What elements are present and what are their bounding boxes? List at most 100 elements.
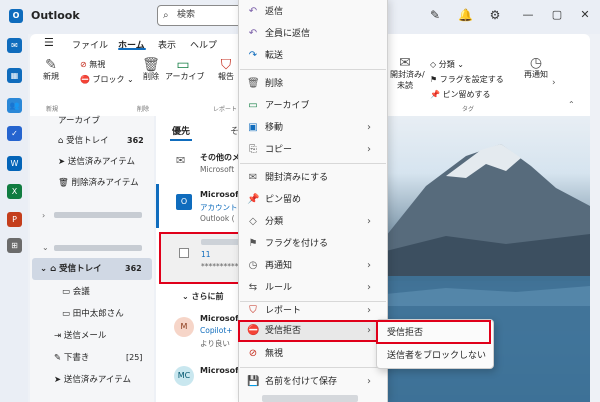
excel-icon[interactable]: X (7, 184, 22, 199)
categorize-label: 分類 (438, 60, 455, 69)
calendar-icon[interactable]: ▦ (7, 68, 22, 83)
block-button[interactable]: ⛔ ブロック ⌄ (80, 74, 134, 85)
minimize-icon[interactable]: — (521, 8, 535, 22)
folder-inbox[interactable]: ⌂ 受信トレイ 362 (58, 132, 144, 150)
account-expand-icon[interactable]: › (42, 211, 45, 220)
mail-subject: 11 (201, 250, 211, 259)
mail-row-selected[interactable]: 11 ********** (159, 232, 241, 284)
tab-file[interactable]: ファイル (72, 38, 108, 51)
categorize-button[interactable]: ◇ 分類 ⌄ (430, 59, 464, 70)
folder-label: 送信メール (63, 331, 107, 341)
menu-item-label: レポート (265, 306, 302, 316)
report-label: 報告 (218, 72, 234, 81)
shield-icon: ⛉ (249, 305, 257, 316)
menu-item-rules[interactable]: ⇆ ルール › (238, 277, 388, 299)
todo-icon[interactable]: ✓ (7, 126, 22, 141)
folder-sent-2[interactable]: ➤ 送信済みアイテム (54, 371, 131, 389)
people-icon[interactable]: 👥 (7, 98, 22, 113)
ignore-button[interactable]: ⊘ 無視 (80, 59, 105, 70)
folder-label: 受信トレイ (66, 136, 109, 146)
group-header-label: さらに前 (191, 292, 224, 301)
menu-item-pin[interactable]: 📌 ピン留め (238, 189, 388, 211)
submenu-item-unblock-sender[interactable]: 送信者をブロックしない (376, 345, 494, 367)
flag-label: フラグを設定する (439, 75, 504, 84)
archive-icon: ▭ (248, 100, 258, 111)
gear-icon[interactable]: ⚙ (488, 8, 502, 22)
folder-deleted[interactable]: 🗑 削除済みアイテム (58, 174, 139, 192)
chevron-right-icon: › (367, 216, 371, 227)
menu-item-copy[interactable]: ⎘ コピー › (238, 139, 388, 161)
menu-item-ignore[interactable]: ⊘ 無視 (238, 343, 388, 365)
menu-item-archive[interactable]: ▭ アーカイブ (238, 95, 388, 117)
send-icon: ➤ (54, 375, 62, 385)
group-header-earlier[interactable]: ⌄ さらに前 (182, 291, 224, 302)
reply-icon: ↶ (248, 6, 258, 17)
mail-icon[interactable]: ✉ (7, 38, 22, 53)
tab-focused[interactable]: 優先 (172, 124, 190, 137)
tab-help[interactable]: ヘルプ (190, 38, 217, 51)
folder-drafts[interactable]: ✎ 下書き [25] (54, 349, 142, 367)
ribbon-collapse-icon[interactable]: ⌃ (568, 100, 575, 109)
mail-sender: Microsoft (200, 190, 243, 199)
folder-archive[interactable]: アーカイブ (58, 112, 100, 130)
archive-button[interactable]: ▭ アーカイブ (165, 58, 205, 82)
maximize-icon[interactable]: ▢ (550, 8, 564, 22)
hamburger-icon[interactable]: ☰ (44, 36, 54, 49)
ribbon-more-icon[interactable]: › (552, 78, 556, 88)
menu-item-label: 無視 (265, 349, 284, 359)
menu-item-label: アーカイブ (265, 101, 310, 111)
menu-item-forward[interactable]: ↷ 転送 (238, 45, 388, 67)
folder-outbox[interactable]: ⇥ 送信メール (54, 327, 106, 345)
folder-label: 送信済みアイテム (67, 157, 135, 167)
folder-sent[interactable]: ➤ 送信済みアイテム (58, 153, 135, 171)
tab-view[interactable]: 表示 (158, 38, 176, 51)
menu-item-label: 分類 (265, 217, 284, 227)
menu-item-reply[interactable]: ↶ 返信 (238, 1, 388, 23)
folder-inbox-selected[interactable]: ⌄ ⌂ 受信トレイ 362 (40, 260, 142, 278)
menu-item-report[interactable]: ⛉ レポート › (238, 300, 388, 322)
clock-icon: ◷ (529, 55, 543, 71)
folder-meetings[interactable]: ▭ 会議 (62, 283, 90, 301)
word-icon[interactable]: W (7, 156, 22, 171)
save-icon: 💾 (247, 376, 260, 387)
menu-item-delete[interactable]: 🗑 削除 (238, 73, 388, 95)
archive-label: アーカイブ (165, 72, 205, 81)
folder-label: 削除済みアイテム (71, 178, 139, 188)
search-input[interactable]: ⌕ 検索 (157, 5, 247, 26)
new-mail-button[interactable]: ✎ 新規 (42, 58, 60, 82)
menu-item-snooze[interactable]: ◷ 再通知 › (238, 255, 388, 277)
mail-sender: Microsoft (200, 314, 243, 323)
mail-preview: Outlook ( (200, 214, 235, 223)
bell-icon[interactable]: 🔔 (458, 8, 473, 22)
apps-icon[interactable]: ⊞ (7, 238, 22, 253)
outlook-logo-icon: O (9, 9, 23, 23)
mail-sender: Microsoft (200, 366, 243, 375)
menu-item-move[interactable]: ▣ 移動 › (238, 117, 388, 139)
menu-item-categorize[interactable]: ◇ 分類 › (238, 211, 388, 233)
account-collapse-icon[interactable]: ⌄ (42, 243, 49, 252)
folder-tanaka[interactable]: ▭ 田中太郎さん (62, 305, 124, 323)
tag-icon: ◇ (249, 216, 257, 227)
whiteboard-icon[interactable]: ✎ (428, 8, 442, 22)
mail-row-copilot[interactable]: M Microsoft Copilot+ より良い (156, 310, 242, 358)
mail-row-microsoft-2[interactable]: MC Microsoft (156, 362, 242, 402)
pin-button[interactable]: 📌 ピン留めする (430, 89, 491, 100)
select-checkbox[interactable] (179, 248, 189, 258)
delete-button[interactable]: 🗑 削除 (140, 58, 162, 82)
flag-icon: ⚑ (430, 75, 438, 84)
flag-button[interactable]: ⚑ フラグを設定する (430, 74, 504, 85)
snooze-button[interactable]: ◷ 再通知 (522, 55, 550, 80)
mark-read-button[interactable]: ✉ 開封済み/ 未読 (390, 56, 425, 91)
folder-label: 受信トレイ (59, 264, 102, 274)
report-button[interactable]: ⛉ 報告 (216, 58, 236, 82)
menu-item-mark-read[interactable]: ✉ 開封済みにする (238, 167, 388, 189)
powerpoint-icon[interactable]: P (7, 212, 22, 227)
menu-item-reply-all[interactable]: ↶ 全員に返信 (238, 23, 388, 45)
envelope-icon: ✉ (176, 154, 186, 167)
close-icon[interactable]: ✕ (578, 8, 592, 22)
menu-item-save-as[interactable]: 💾 名前を付けて保存 › (238, 371, 388, 393)
block-icon: ⛔ (80, 75, 90, 84)
mail-row-other[interactable]: ✉ その他のメー Microsoft (156, 146, 248, 182)
mail-row-microsoft-account[interactable]: O Microsoft アカウントを Outlook ( (156, 184, 245, 230)
menu-item-flag[interactable]: ⚑ フラグを付ける (238, 233, 388, 255)
